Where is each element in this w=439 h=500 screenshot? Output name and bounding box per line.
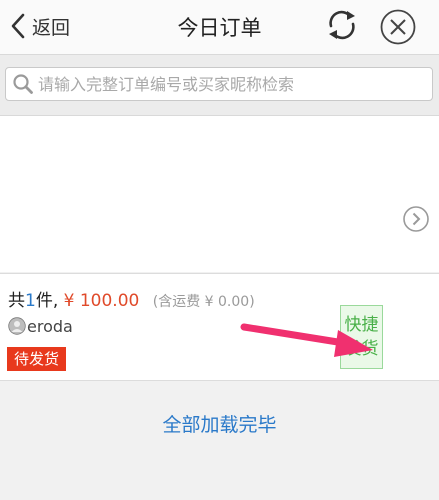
seller-name: eroda xyxy=(27,316,73,336)
header: 返回 今日订单 xyxy=(0,0,439,55)
quick-ship-label-line1: 快捷 xyxy=(344,315,379,335)
shipping-fee: (含运费 ¥ 0.00) xyxy=(152,294,255,310)
content-area xyxy=(0,116,439,272)
status-badge: 待发货 xyxy=(7,347,67,371)
item-quantity: 1 xyxy=(25,291,36,311)
avatar xyxy=(8,317,26,335)
qty-suffix: 件, xyxy=(35,291,59,311)
search-icon xyxy=(13,74,33,94)
search-box[interactable] xyxy=(5,67,433,101)
quick-ship-button[interactable]: 快捷 发货 xyxy=(340,305,383,369)
order-card[interactable]: 共1件, ¥ 100.00 (含运费 ¥ 0.00) eroda 待发货 快捷 … xyxy=(0,273,439,381)
load-complete-text: 全部加载完毕 xyxy=(162,414,277,436)
qty-prefix: 共 xyxy=(8,291,25,311)
refresh-icon[interactable] xyxy=(324,7,360,43)
quick-ship-label-line2: 发货 xyxy=(344,339,379,359)
search-input[interactable] xyxy=(34,74,432,94)
seller-info: eroda xyxy=(8,315,73,337)
search-bar xyxy=(0,55,439,116)
chevron-right-circle-icon[interactable] xyxy=(402,205,430,233)
page-title: 今日订单 xyxy=(177,16,262,40)
order-price: ¥ 100.00 xyxy=(63,291,140,311)
close-icon[interactable] xyxy=(379,8,417,46)
order-summary: 共1件, ¥ 100.00 (含运费 ¥ 0.00) xyxy=(8,286,255,311)
